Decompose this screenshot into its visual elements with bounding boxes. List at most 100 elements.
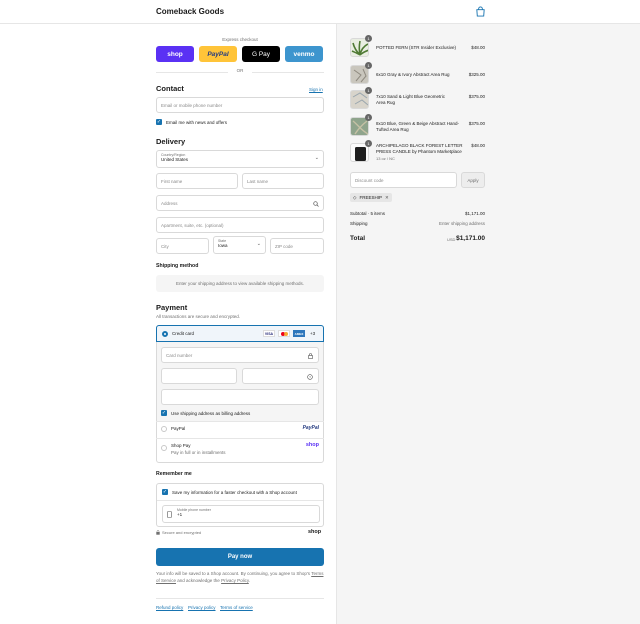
shop-pay-sub: Pay in full or in installments bbox=[171, 450, 226, 455]
help-icon[interactable]: ? bbox=[307, 374, 313, 380]
city-placeholder: City bbox=[161, 243, 169, 249]
paypal-option-label: PayPal bbox=[171, 426, 186, 431]
sign-in-link[interactable]: Sign in bbox=[309, 87, 323, 92]
shipping-label: Shipping bbox=[350, 221, 368, 226]
item-name: 7x10 Sand & Light Blue Geometric Area Ru… bbox=[376, 94, 446, 105]
billing-checkbox-row[interactable]: ✓ Use shipping address as billing addres… bbox=[161, 410, 250, 416]
cart-item: 1 bbox=[350, 35, 372, 57]
apply-button[interactable]: Apply bbox=[461, 172, 485, 188]
shopping-bag-icon[interactable] bbox=[475, 6, 486, 17]
security-code-field[interactable]: ? bbox=[242, 368, 319, 384]
amex-text: AMEX bbox=[294, 331, 304, 336]
legal-text-3: . bbox=[248, 577, 251, 583]
zip-placeholder: ZIP code bbox=[275, 243, 293, 249]
apartment-field[interactable]: Apartment, suite, etc. (optional) bbox=[156, 217, 324, 233]
state-value: Iowa bbox=[218, 243, 228, 248]
chevron-down-icon: ⌄ bbox=[256, 241, 261, 247]
shop-pay-option[interactable]: Shop Pay Pay in full or in installments … bbox=[156, 438, 324, 462]
discount-code-field[interactable]: Discount code bbox=[350, 172, 457, 188]
quantity-badge: 1 bbox=[365, 87, 372, 94]
express-checkout-label: Express checkout bbox=[222, 37, 258, 42]
billing-checkbox[interactable]: ✓ bbox=[161, 410, 167, 416]
shipping-method-box: Enter your shipping address to view avai… bbox=[156, 275, 324, 292]
shop-pay-button[interactable]: shop bbox=[156, 46, 194, 62]
divider bbox=[157, 500, 323, 501]
save-info-label: Save my information for a faster checkou… bbox=[172, 489, 297, 495]
shop-pay-radio[interactable] bbox=[161, 445, 167, 451]
card-number-field[interactable]: Card number bbox=[161, 347, 319, 363]
item-price: $325.00 bbox=[468, 72, 485, 77]
paypal-button[interactable]: PayPal bbox=[199, 46, 237, 62]
close-icon[interactable]: ✕ bbox=[385, 195, 389, 201]
credit-card-option[interactable]: Credit card VISA AMEX +3 bbox=[156, 325, 324, 342]
amex-icon: AMEX bbox=[293, 330, 305, 337]
legal-text: Your info will be saved to a Shop accoun… bbox=[156, 571, 324, 584]
tag-icon: ◇ bbox=[353, 194, 357, 200]
cart-item: 1 bbox=[350, 87, 372, 109]
save-info-checkbox[interactable]: ✓ bbox=[162, 489, 168, 495]
subtotal-label: Subtotal · 5 items bbox=[350, 211, 386, 216]
zip-field[interactable]: ZIP code bbox=[270, 238, 324, 254]
store-name[interactable]: Comeback Goods bbox=[156, 7, 224, 16]
secure-label: Secure and encrypted bbox=[162, 530, 202, 535]
name-on-card-field[interactable] bbox=[161, 389, 319, 405]
shop-logo: shop bbox=[305, 442, 319, 448]
address-placeholder: Address bbox=[161, 200, 178, 206]
gpay-button[interactable]: G Pay bbox=[242, 46, 280, 62]
mastercard-icon bbox=[278, 330, 290, 337]
visa-text: VISA bbox=[264, 331, 274, 336]
pay-now-button[interactable]: Pay now bbox=[156, 548, 324, 566]
payment-subtitle: All transactions are secure and encrypte… bbox=[156, 314, 241, 319]
legal-text-2: and acknowledge the bbox=[177, 577, 220, 583]
address-field[interactable]: Address bbox=[156, 195, 324, 211]
last-name-field[interactable]: Last name bbox=[242, 173, 324, 189]
search-icon bbox=[313, 201, 319, 207]
email-field[interactable]: Email or mobile phone number bbox=[156, 97, 324, 113]
credit-card-radio[interactable] bbox=[162, 331, 168, 337]
news-checkbox-row[interactable]: ✓ Email me with news and offers bbox=[156, 119, 227, 125]
quantity-badge: 1 bbox=[365, 114, 372, 121]
billing-label: Use shipping address as billing address bbox=[171, 410, 251, 416]
country-select[interactable]: Country/Region United States ⌄ bbox=[156, 150, 324, 168]
news-checkbox[interactable]: ✓ bbox=[156, 119, 162, 125]
discount-tag: ◇ FREESHIP ✕ bbox=[350, 193, 392, 202]
terms-of-service-link[interactable]: Terms of service bbox=[220, 605, 253, 610]
total-value: $1,171.00 bbox=[456, 235, 485, 242]
venmo-button[interactable]: venmo bbox=[285, 46, 323, 62]
pay-now-label: Pay now bbox=[227, 554, 253, 560]
expiration-field[interactable] bbox=[161, 368, 237, 384]
card-number-placeholder: Card number bbox=[166, 352, 193, 358]
shop-pay-label: shop bbox=[167, 50, 183, 58]
item-variant: 13 oz / NC bbox=[376, 156, 395, 161]
chevron-down-icon: ⌄ bbox=[314, 155, 319, 161]
shipping-value: Enter shipping address bbox=[438, 221, 485, 226]
paypal-label: PayPal bbox=[207, 50, 229, 58]
legal-text-1: Your info will be saved to a Shop accoun… bbox=[156, 571, 311, 576]
privacy-link[interactable]: Privacy Policy bbox=[221, 578, 249, 583]
quantity-badge: 1 bbox=[365, 62, 372, 69]
checkout-form: Express checkout shop PayPal G Pay venmo… bbox=[0, 24, 336, 624]
first-name-field[interactable]: First name bbox=[156, 173, 238, 189]
lock-icon bbox=[156, 530, 160, 535]
footer-divider bbox=[156, 598, 324, 599]
refund-policy-link[interactable]: Refund policy bbox=[156, 605, 183, 610]
save-info-row[interactable]: ✓ Save my information for a faster check… bbox=[162, 489, 297, 495]
item-price: $48.00 bbox=[471, 143, 485, 148]
city-field[interactable]: City bbox=[156, 238, 209, 254]
credit-card-label: Credit card bbox=[172, 331, 195, 336]
paypal-option[interactable]: PayPal PayPal bbox=[156, 421, 324, 438]
state-select[interactable]: State Iowa ⌄ bbox=[213, 236, 266, 254]
visa-icon: VISA bbox=[263, 330, 275, 337]
lock-icon bbox=[308, 353, 313, 359]
phone-field[interactable]: Mobile phone number +1 bbox=[162, 505, 320, 523]
apartment-placeholder: Apartment, suite, etc. (optional) bbox=[161, 222, 224, 228]
item-price: $375.00 bbox=[468, 94, 485, 99]
more-brands-label: +3 bbox=[310, 331, 316, 336]
privacy-policy-link[interactable]: Privacy policy bbox=[188, 605, 216, 610]
paypal-radio[interactable] bbox=[161, 426, 167, 432]
news-label: Email me with news and offers bbox=[166, 119, 227, 125]
phone-value: +1 bbox=[177, 512, 183, 517]
cart-item: 1 bbox=[350, 114, 372, 136]
quantity-badge: 1 bbox=[365, 35, 372, 42]
first-name-placeholder: First name bbox=[161, 178, 183, 184]
